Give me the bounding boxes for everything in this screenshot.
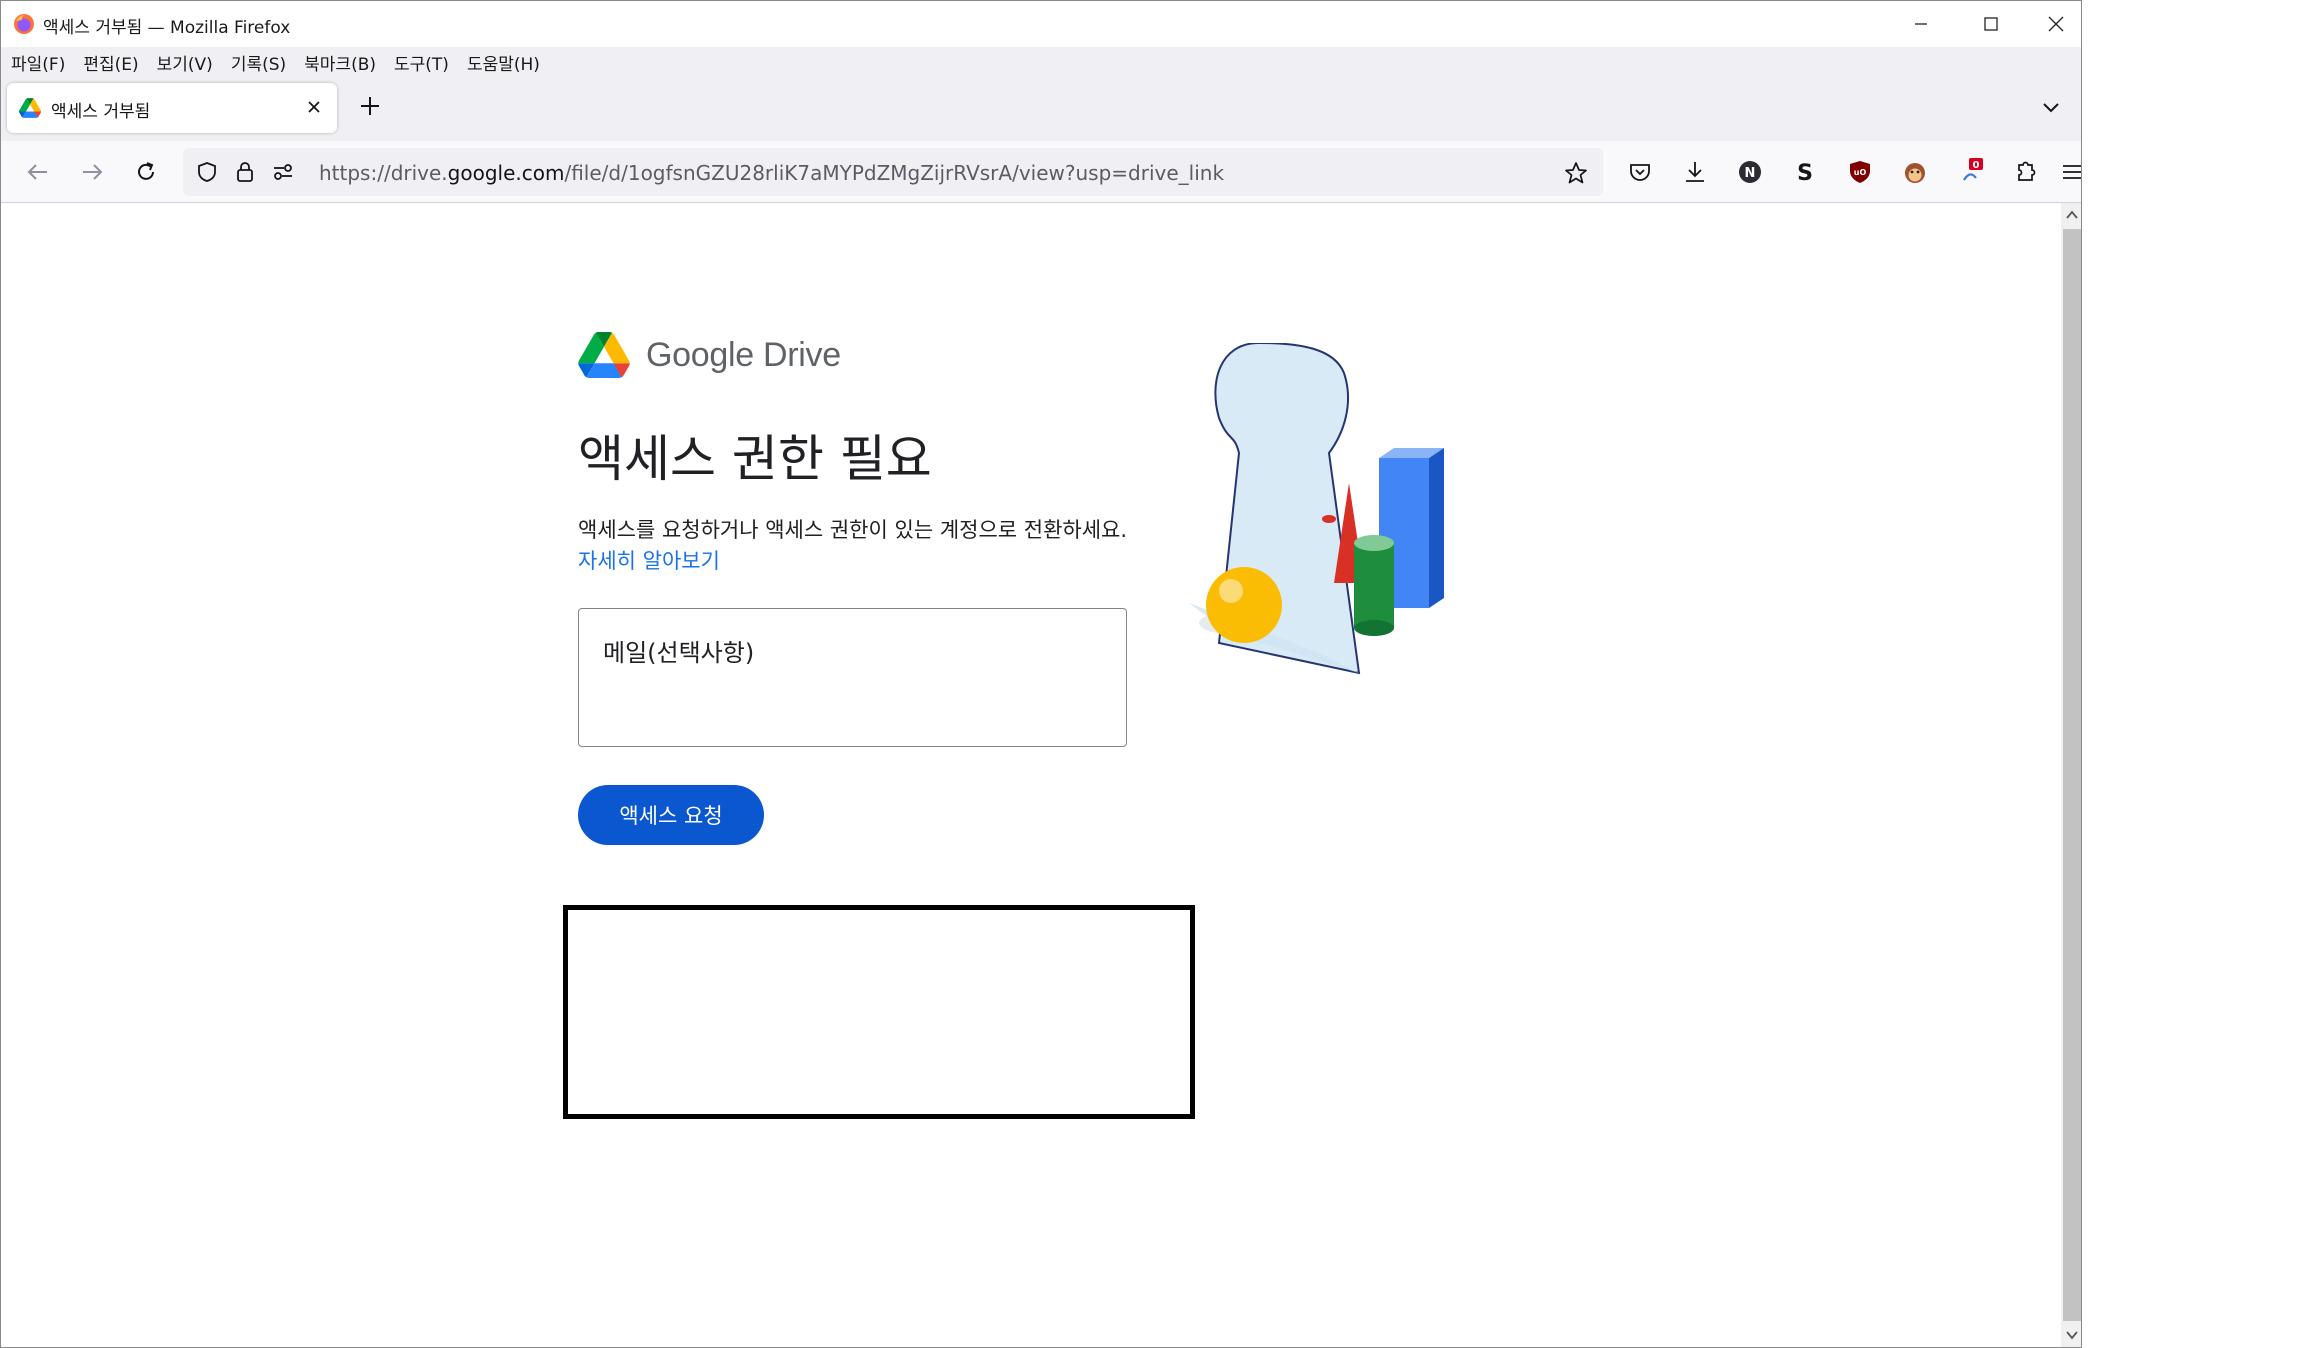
menu-history[interactable]: 기록(S) <box>231 50 286 75</box>
svg-text:uO: uO <box>1854 168 1867 177</box>
svg-text:S: S <box>1797 161 1813 186</box>
s-extension-icon[interactable]: S <box>1791 158 1819 186</box>
extension-badge-count: 0 <box>1973 160 1980 171</box>
back-arrow-icon[interactable] <box>25 159 51 185</box>
vertical-scrollbar[interactable] <box>2061 203 2081 1347</box>
logo-text: Google Drive <box>646 335 841 374</box>
firefox-icon <box>14 14 34 34</box>
learn-more-link[interactable]: 자세히 알아보기 <box>578 549 720 573</box>
new-tab-icon[interactable] <box>357 93 383 119</box>
url-prefix: https://drive. <box>319 161 448 185</box>
redacted-area <box>563 905 1195 1119</box>
page-description: 액세스를 요청하거나 액세스 권한이 있는 계정으로 전환하세요. 자세히 알아… <box>578 515 1138 577</box>
google-drive-logo: Google Drive <box>578 331 841 379</box>
list-all-tabs-icon[interactable] <box>2039 95 2063 119</box>
tab-title: 액세스 거부됨 <box>51 102 151 122</box>
monkey-extension-icon[interactable] <box>1901 158 1929 186</box>
maximize-button[interactable] <box>1956 1 2026 47</box>
page-content: Google Drive 액세스 권한 필요 액세스를 요청하거나 액세스 권한… <box>1 203 2061 1347</box>
svg-text:N: N <box>1745 166 1756 181</box>
forward-arrow-icon[interactable] <box>79 159 105 185</box>
tab-access-denied[interactable]: 액세스 거부됨 <box>7 83 337 133</box>
maximize-icon <box>1984 17 1998 31</box>
bookmark-star-icon[interactable] <box>1563 160 1589 186</box>
scroll-up-arrow-icon[interactable] <box>2064 207 2080 223</box>
extensions-icon[interactable] <box>2011 158 2039 186</box>
scrollbar-thumb[interactable] <box>2063 229 2081 1321</box>
close-icon <box>2048 16 2064 32</box>
google-drive-favicon-icon <box>19 98 41 118</box>
title-bar: 액세스 거부됨 — Mozilla Firefox <box>1 1 2081 47</box>
menu-help[interactable]: 도움말(H) <box>467 50 540 75</box>
url-text[interactable]: https://drive.google.com/file/d/1ogfsnGZ… <box>319 161 1224 185</box>
url-bar[interactable]: https://drive.google.com/file/d/1ogfsnGZ… <box>183 148 1603 196</box>
minimize-button[interactable] <box>1886 1 1956 47</box>
pocket-icon[interactable] <box>1626 158 1654 186</box>
hamburger-menu-icon[interactable] <box>2061 158 2082 186</box>
n-extension-icon[interactable]: N <box>1736 158 1764 186</box>
window-title: 액세스 거부됨 — Mozilla Firefox <box>43 18 291 38</box>
scroll-down-arrow-icon[interactable] <box>2064 1327 2080 1343</box>
request-access-button[interactable]: 액세스 요청 <box>578 785 764 845</box>
page-title: 액세스 권한 필요 <box>578 430 932 488</box>
ublock-icon[interactable]: uO <box>1846 158 1874 186</box>
firefox-window: 액세스 거부됨 — Mozilla Firefox 파일(F) 편집(E) 보기… <box>0 0 2082 1348</box>
menu-bookmarks[interactable]: 북마크(B) <box>304 50 376 75</box>
tab-strip: 액세스 거부됨 <box>1 77 2081 141</box>
download-icon[interactable] <box>1681 158 1709 186</box>
badge-extension-icon[interactable]: 0 <box>1956 158 1984 186</box>
lock-icon[interactable] <box>233 160 257 184</box>
tracking-protection-shield-icon[interactable] <box>195 160 219 184</box>
close-window-button[interactable] <box>2021 1 2081 47</box>
permissions-icon[interactable] <box>271 160 295 184</box>
close-tab-icon[interactable] <box>303 96 325 118</box>
keyhole-illustration <box>1189 343 1444 675</box>
navigation-toolbar: https://drive.google.com/file/d/1ogfsnGZ… <box>1 141 2081 203</box>
google-drive-logo-icon <box>578 332 630 378</box>
menu-edit[interactable]: 편집(E) <box>83 50 138 75</box>
menu-file[interactable]: 파일(F) <box>11 50 65 75</box>
description-text: 액세스를 요청하거나 액세스 권한이 있는 계정으로 전환하세요. <box>578 518 1128 542</box>
email-message-field[interactable]: 메일(선택사항) <box>578 608 1127 747</box>
minimize-icon <box>1915 23 1927 25</box>
reload-icon[interactable] <box>133 159 159 185</box>
url-path: /file/d/1ogfsnGZU28rliK7aMYPdZMgZijrRVsr… <box>564 161 1225 185</box>
email-placeholder: 메일(선택사항) <box>603 639 755 667</box>
menu-view[interactable]: 보기(V) <box>157 50 213 75</box>
menu-bar: 파일(F) 편집(E) 보기(V) 기록(S) 북마크(B) 도구(T) 도움말… <box>1 47 2081 77</box>
url-host: google.com <box>447 161 565 185</box>
menu-tools[interactable]: 도구(T) <box>394 50 449 75</box>
